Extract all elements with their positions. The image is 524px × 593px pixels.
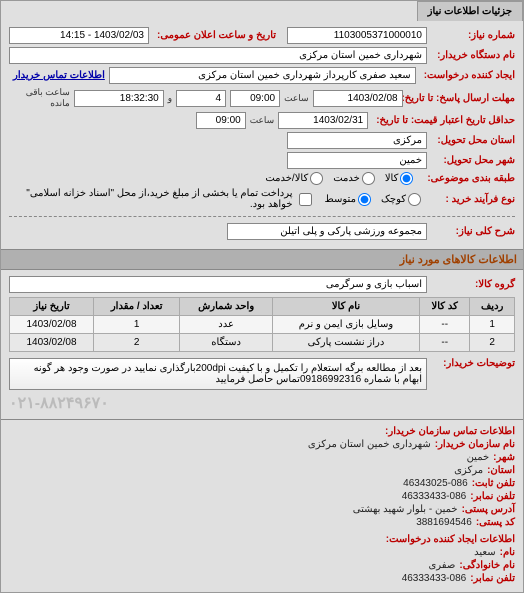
- org-value: شهرداری خمین استان مرکزی: [308, 439, 431, 450]
- contact-addr-label: آدرس پستی:: [462, 504, 515, 515]
- contact-header: اطلاعات تماس سازمان خریدار:: [385, 426, 515, 437]
- radio-small-label: کوچک: [381, 194, 406, 205]
- need-number-label: شماره نیاز:: [435, 30, 515, 41]
- announce-value: 1403/02/03 - 14:15: [9, 27, 149, 44]
- contact-addr-value: خمین - بلوار شهید بهشتی: [353, 504, 458, 515]
- cell: 2: [470, 334, 515, 352]
- checkbox-treasury[interactable]: [299, 193, 312, 206]
- contact-fax-value: 46333433-086: [402, 491, 467, 502]
- creator-lname-label: نام خانوادگی:: [459, 560, 515, 571]
- creator-header: اطلاعات ایجاد کننده درخواست:: [386, 534, 515, 545]
- announce-label: تاریخ و ساعت اعلان عمومی:: [157, 30, 276, 41]
- th-0: ردیف: [470, 298, 515, 316]
- validity-label: حداقل تاریخ اعتبار قیمت: تا تاریخ:: [376, 115, 515, 126]
- time-label-2: ساعت: [250, 115, 275, 126]
- remain-label: ساعت باقی مانده: [9, 87, 70, 109]
- group-value: اسباب بازی و سرگرمی: [9, 276, 427, 293]
- contact-fax-label: تلفن نمابر:: [470, 491, 515, 502]
- contact-city-label: شهر:: [493, 452, 515, 463]
- cell: 1: [470, 316, 515, 334]
- contact-post-value: 3881694546: [416, 517, 472, 528]
- radio-goods[interactable]: [400, 172, 413, 185]
- days-remain: 4: [176, 90, 226, 107]
- cell: --: [420, 334, 470, 352]
- desc-value: مجموعه ورزشی پارکی و پلی اتیلن: [227, 223, 427, 240]
- cell: وسایل بازی ایمن و نرم: [272, 316, 419, 334]
- radio-goods-label: کالا: [385, 173, 399, 184]
- contact-prov-label: استان:: [487, 465, 515, 476]
- time-remain: 18:32:30: [74, 90, 164, 107]
- buyer-notes-label: توضیحات خریدار:: [435, 358, 515, 369]
- contact-tel-label: تلفن ثابت:: [472, 478, 515, 489]
- cell: 1403/02/08: [10, 316, 94, 334]
- cell: دستگاه: [180, 334, 273, 352]
- creator-value: سعید صفری کارپرداز شهرداری خمین استان مر…: [109, 67, 416, 84]
- tab-need-details[interactable]: جزئیات اطلاعات نیاز: [417, 1, 523, 21]
- org-label: نام سازمان خریدار:: [435, 439, 515, 450]
- items-section-header: اطلاعات کالاهای مورد نیاز: [1, 249, 523, 270]
- contact-post-label: کد پستی:: [476, 517, 515, 528]
- radio-service[interactable]: [362, 172, 375, 185]
- buyer-contact-link[interactable]: اطلاعات تماس خریدار: [13, 70, 105, 81]
- deadline-label: مهلت ارسال پاسخ: تا تاریخ:: [411, 93, 515, 104]
- process-label: نوع فرآیند خرید :: [435, 194, 515, 205]
- radio-service-label: خدمت: [333, 173, 360, 184]
- cell: عدد: [180, 316, 273, 334]
- radio-goods-service[interactable]: [310, 172, 323, 185]
- province-value: مرکزی: [287, 132, 427, 149]
- cell: دراز نشست پارکی: [272, 334, 419, 352]
- items-table: ردیف کد کالا نام کالا واحد شمارش تعداد /…: [9, 297, 515, 352]
- cell: --: [420, 316, 470, 334]
- th-5: تاریخ نیاز: [10, 298, 94, 316]
- cell: 2: [94, 334, 180, 352]
- table-row: 2 -- دراز نشست پارکی دستگاه 2 1403/02/08: [10, 334, 515, 352]
- time-label-1: ساعت: [284, 93, 309, 104]
- buyer-device-label: نام دستگاه خریدار:: [435, 50, 515, 61]
- creator-label: ایجاد کننده درخواست:: [424, 70, 515, 81]
- need-number-value: 1103005371000010: [287, 27, 427, 44]
- deadline-time: 09:00: [230, 90, 280, 107]
- creator-lname-value: صفری: [428, 560, 455, 571]
- buyer-device-value: شهرداری خمین استان مرکزی: [9, 47, 427, 64]
- province-label: استان محل تحویل:: [435, 135, 515, 146]
- th-3: واحد شمارش: [180, 298, 273, 316]
- creator-tel-value: 46333433-086: [402, 573, 467, 584]
- th-1: کد کالا: [420, 298, 470, 316]
- buyer-notes-value: بعد از مطالعه برگه استعلام را تکمیل و با…: [9, 358, 427, 390]
- cell: 1403/02/08: [10, 334, 94, 352]
- th-2: نام کالا: [272, 298, 419, 316]
- contact-city-value: خمین: [467, 452, 490, 463]
- creator-fname-label: نام:: [500, 547, 515, 558]
- city-label: شهر محل تحویل:: [435, 155, 515, 166]
- contact-prov-value: مرکزی: [454, 465, 483, 476]
- radio-goods-service-label: کالا/خدمت: [265, 173, 308, 184]
- creator-fname-value: سعید: [474, 547, 495, 558]
- deadline-date: 1403/02/08: [313, 90, 403, 107]
- creator-tel-label: تلفن نمابر:: [470, 573, 515, 584]
- city-value: خمین: [287, 152, 427, 169]
- contact-tel-value: 46343025-086: [403, 478, 468, 489]
- watermark-phone: ۰۲۱-۸۸۲۴۹۶۷۰: [9, 393, 515, 413]
- validity-date: 1403/02/31: [278, 112, 368, 129]
- subject-label: طبقه بندی موضوعی:: [427, 173, 515, 184]
- and-label: و: [168, 93, 172, 104]
- radio-medium[interactable]: [358, 193, 371, 206]
- desc-label: شرح کلی نیاز:: [435, 226, 515, 237]
- th-4: تعداد / مقدار: [94, 298, 180, 316]
- radio-medium-label: متوسط: [325, 194, 356, 205]
- validity-time: 09:00: [196, 112, 246, 129]
- group-label: گروه کالا:: [435, 279, 515, 290]
- process-note: پرداخت تمام یا بخشی از مبلغ خرید،از محل …: [9, 188, 293, 210]
- radio-small[interactable]: [408, 193, 421, 206]
- cell: 1: [94, 316, 180, 334]
- table-row: 1 -- وسایل بازی ایمن و نرم عدد 1 1403/02…: [10, 316, 515, 334]
